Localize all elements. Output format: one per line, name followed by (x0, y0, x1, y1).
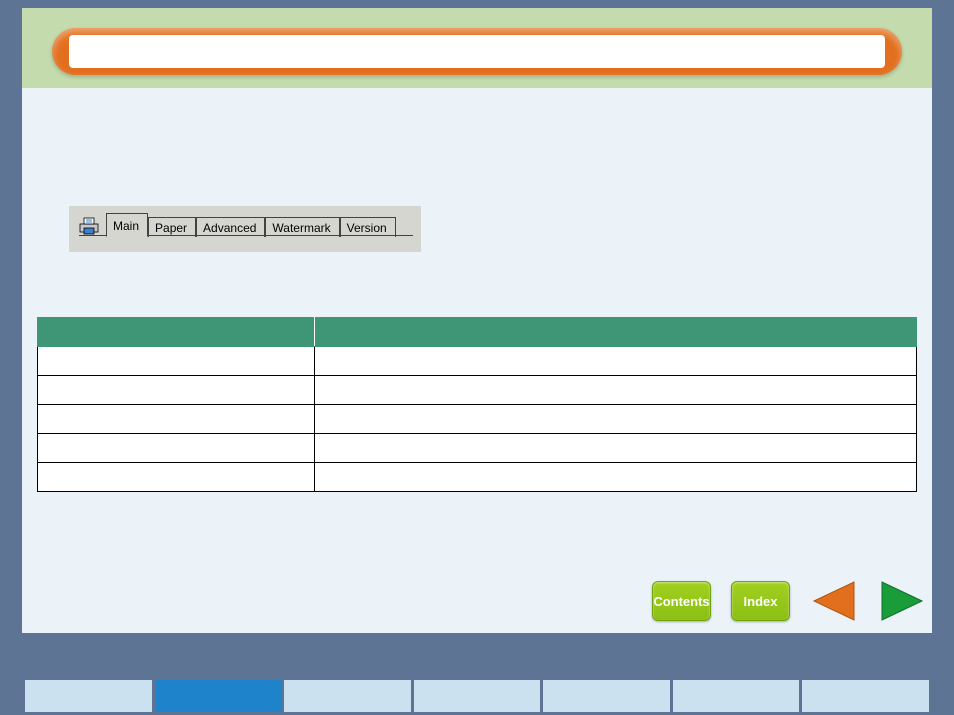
footer-tab[interactable] (543, 680, 670, 712)
table-row (38, 434, 917, 463)
tab-main[interactable]: Main (106, 213, 148, 237)
footer-tab[interactable] (284, 680, 411, 712)
tab-advanced[interactable]: Advanced (196, 217, 265, 237)
title-pill (52, 28, 902, 75)
prev-button[interactable] (810, 580, 858, 622)
table-row (38, 463, 917, 492)
content-area: Main Paper Advanced Watermark Version Co… (22, 88, 932, 633)
footer-tab[interactable] (25, 680, 152, 712)
tabs-panel: Main Paper Advanced Watermark Version (69, 206, 421, 252)
contents-button[interactable]: Contents (652, 581, 711, 621)
table-header (38, 318, 315, 347)
table-row (38, 376, 917, 405)
table-row (38, 347, 917, 376)
table-header (315, 318, 917, 347)
next-button[interactable] (878, 580, 926, 622)
title-text (69, 35, 885, 68)
footer-tabs (22, 677, 932, 715)
footer-tab[interactable] (802, 680, 929, 712)
settings-table (37, 317, 917, 492)
nav-bar: Contents Index (22, 571, 932, 631)
printer-icon (79, 217, 99, 235)
footer-tab[interactable] (673, 680, 800, 712)
index-button[interactable]: Index (731, 581, 790, 621)
tab-version[interactable]: Version (340, 217, 396, 237)
tab-paper[interactable]: Paper (148, 217, 196, 237)
table-row (38, 405, 917, 434)
footer-tab[interactable] (414, 680, 541, 712)
tab-watermark[interactable]: Watermark (265, 217, 339, 237)
footer-tab[interactable] (155, 680, 282, 712)
header-band (22, 8, 932, 88)
